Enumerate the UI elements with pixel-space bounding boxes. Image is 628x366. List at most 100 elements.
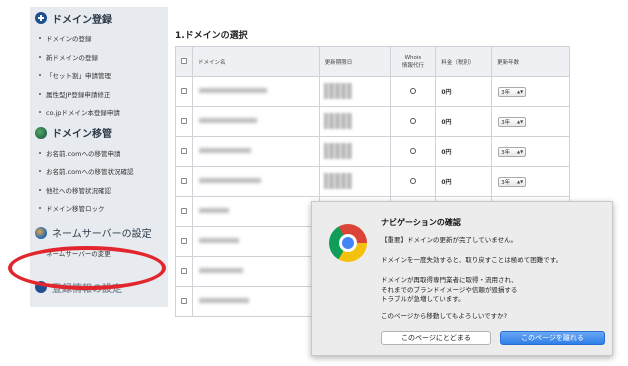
redacted-expiry (323, 112, 352, 129)
domain-name-cell (191, 256, 320, 287)
years-select[interactable]: 3年 ▲▼ (498, 176, 527, 187)
domain-name-cell (191, 286, 320, 317)
expiry-cell (318, 76, 391, 107)
row-checkbox-cell[interactable] (175, 196, 193, 227)
page-title: 1.ドメインの選択 (175, 31, 248, 41)
fee-cell: 0円 (435, 166, 493, 197)
domain-name-cell (191, 226, 320, 257)
row-checkbox-cell[interactable] (175, 106, 193, 137)
updown-icon: ▲▼ (517, 89, 524, 94)
leave-page-button[interactable]: このページを離れる (500, 331, 605, 345)
section-domain-transfer[interactable]: ドメイン移管 (30, 122, 168, 144)
checkbox-icon[interactable] (180, 87, 187, 94)
checkbox-icon[interactable] (180, 147, 187, 154)
redacted-expiry (323, 172, 352, 189)
checkbox-icon[interactable] (180, 237, 187, 244)
dialog-line-warning: ドメインを一度失効すると、取り戻すことは極めて困難です。 (381, 256, 563, 264)
domain-name-cell (191, 136, 320, 167)
row-checkbox-cell[interactable] (175, 166, 193, 197)
years-cell: 3年 ▲▼ (491, 136, 570, 167)
dialog-title: ナビゲーションの確認 (381, 218, 461, 227)
section-title: ドメイン移管 (52, 129, 112, 140)
sidebar-item-transfer-lock[interactable]: ドメイン移管ロック (30, 199, 168, 218)
section-title: ネームサーバーの設定 (52, 229, 152, 240)
dialog-line-trouble-1: ドメインが再取得専門業者に取得・流用され、 (381, 276, 518, 284)
whois-enabled-icon (409, 177, 416, 184)
col-fee: 料金（税別） (435, 46, 493, 77)
dialog-line-trouble-3: トラブルが急増しています。 (381, 295, 465, 303)
sidebar-item-jp-fix[interactable]: 属性型JP登録申請修正 (30, 85, 168, 104)
updown-icon: ▲▼ (517, 119, 524, 124)
sidebar-item-domain-register[interactable]: ドメインの登録 (30, 29, 168, 48)
fee-cell: 0円 (435, 136, 493, 167)
redacted-domain (198, 178, 261, 183)
whois-enabled-icon (409, 117, 416, 124)
redacted-domain (198, 298, 249, 303)
expiry-cell (318, 166, 391, 197)
fee-value: 0円 (441, 149, 452, 156)
checkbox-icon[interactable] (180, 57, 187, 64)
domain-name-cell (191, 76, 320, 107)
expiry-cell (318, 106, 391, 137)
sidebar-item-cojp-register[interactable]: co.jpドメイン本登録申請 (30, 103, 168, 122)
years-select[interactable]: 3年 ▲▼ (498, 146, 527, 157)
years-select[interactable]: 3年 ▲▼ (498, 116, 527, 127)
redacted-domain (198, 208, 229, 213)
checkbox-icon[interactable] (180, 207, 187, 214)
sidebar-item-set-discount[interactable]: 「セット割」申請管理 (30, 66, 168, 85)
row-checkbox-cell[interactable] (175, 136, 193, 167)
years-cell: 3年 ▲▼ (491, 166, 570, 197)
section-title: ドメイン登録 (52, 14, 112, 26)
table-row[interactable]: 0円 3年 ▲▼ (175, 136, 570, 167)
col-whois: Whois 情報代行 (389, 46, 437, 77)
years-value: 3年 (501, 179, 511, 186)
whois-cell (389, 136, 437, 167)
chrome-logo-icon (329, 224, 367, 262)
fee-value: 0円 (441, 89, 452, 96)
years-value: 3年 (501, 119, 511, 126)
fee-value: 0円 (441, 179, 452, 186)
fee-cell: 0円 (435, 76, 493, 107)
redacted-domain (198, 88, 267, 93)
checkbox-icon[interactable] (180, 117, 187, 124)
checkbox-icon[interactable] (180, 267, 187, 274)
select-all-checkbox[interactable] (175, 46, 193, 77)
red-highlight-ellipse (8, 246, 166, 290)
plus-icon (35, 12, 47, 24)
redacted-domain (198, 118, 257, 123)
table-row[interactable]: 0円 3年 ▲▼ (175, 166, 570, 197)
globe-icon (35, 126, 47, 139)
domain-name-cell (191, 196, 320, 227)
section-nameserver[interactable]: ネームサーバーの設定 (30, 222, 168, 244)
server-globe-icon (35, 226, 47, 239)
years-select[interactable]: 3年 ▲▼ (498, 86, 527, 97)
row-checkbox-cell[interactable] (175, 256, 193, 287)
table-header-row: ドメイン名 更新期限日 Whois 情報代行 料金（税別） 更新年数 (175, 46, 570, 77)
sidebar-item-outbound-status[interactable]: 他社への移管状況確認 (30, 181, 168, 200)
checkbox-icon[interactable] (180, 297, 187, 304)
table-row[interactable]: 0円 3年 ▲▼ (175, 76, 570, 107)
sidebar-item-transfer-request[interactable]: お名前.comへの移管申請 (30, 144, 168, 163)
whois-enabled-icon (409, 87, 416, 94)
whois-cell (389, 106, 437, 137)
row-checkbox-cell[interactable] (175, 76, 193, 107)
updown-icon: ▲▼ (517, 179, 524, 184)
fee-cell: 0円 (435, 106, 493, 137)
col-expiry: 更新期限日 (318, 46, 391, 77)
domain-name-cell (191, 106, 320, 137)
row-checkbox-cell[interactable] (175, 286, 193, 317)
stay-on-page-button[interactable]: このページにとどまる (381, 331, 491, 345)
dialog-line-important: 【重要】ドメインの更新が完了していません。 (381, 236, 518, 244)
row-checkbox-cell[interactable] (175, 226, 193, 257)
expiry-cell (318, 136, 391, 167)
whois-cell (389, 76, 437, 107)
redacted-domain (198, 148, 251, 153)
years-cell: 3年 ▲▼ (491, 106, 570, 137)
checkbox-icon[interactable] (180, 177, 187, 184)
sidebar-item-new-domain-register[interactable]: 新ドメインの登録 (30, 48, 168, 67)
section-domain-registration[interactable]: ドメイン登録 (30, 7, 168, 29)
table-row[interactable]: 0円 3年 ▲▼ (175, 106, 570, 137)
sidebar-item-transfer-status[interactable]: お名前.comへの移管状況確認 (30, 162, 168, 181)
domain-name-cell (191, 166, 320, 197)
col-years: 更新年数 (491, 46, 570, 77)
